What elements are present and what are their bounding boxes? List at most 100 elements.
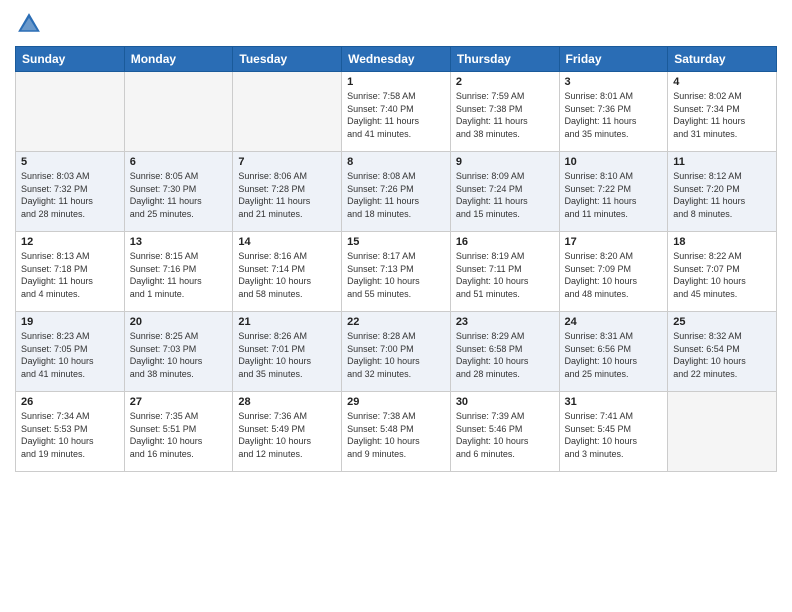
day-info: Sunrise: 8:26 AM Sunset: 7:01 PM Dayligh… — [238, 330, 336, 380]
calendar-week-row: 5 Sunrise: 8:03 AM Sunset: 7:32 PM Daylig… — [16, 152, 777, 232]
weekday-header-friday: Friday — [559, 47, 668, 72]
calendar-cell: 17 Sunrise: 8:20 AM Sunset: 7:09 PM Dayli… — [559, 232, 668, 312]
calendar-cell: 19Sunrise: 8:23 AM Sunset: 7:05 PM Dayli… — [16, 312, 125, 392]
calendar-week-row: 12 Sunrise: 8:13 AM Sunset: 7:18 PM Dayli… — [16, 232, 777, 312]
calendar-cell: 22 Sunrise: 8:28 AM Sunset: 7:00 PM Dayli… — [342, 312, 451, 392]
day-number: 12 — [21, 236, 119, 248]
day-info: Sunrise: 8:05 AM Sunset: 7:30 PM Dayligh… — [130, 170, 228, 220]
calendar-cell — [16, 72, 125, 152]
calendar-cell: 10Sunrise: 8:10 AM Sunset: 7:22 PM Dayli… — [559, 152, 668, 232]
calendar-cell — [124, 72, 233, 152]
day-number: 11 — [673, 156, 771, 168]
logo-icon — [15, 10, 43, 38]
day-number: 7 — [238, 156, 336, 168]
day-info: Sunrise: 8:01 AM Sunset: 7:36 PM Dayligh… — [565, 90, 663, 140]
day-number: 14 — [238, 236, 336, 248]
day-info: Sunrise: 7:34 AM Sunset: 5:53 PM Dayligh… — [21, 410, 119, 460]
day-number: 8 — [347, 156, 445, 168]
calendar-cell — [668, 392, 777, 472]
day-number: 5 — [21, 156, 119, 168]
calendar-cell: 12 Sunrise: 8:13 AM Sunset: 7:18 PM Dayli… — [16, 232, 125, 312]
day-number: 21 — [238, 316, 336, 328]
calendar-cell: 2 Sunrise: 7:59 AM Sunset: 7:38 PM Daylig… — [450, 72, 559, 152]
calendar-cell: 5 Sunrise: 8:03 AM Sunset: 7:32 PM Daylig… — [16, 152, 125, 232]
calendar: SundayMondayTuesdayWednesdayThursdayFrid… — [15, 46, 777, 472]
day-info: Sunrise: 8:13 AM Sunset: 7:18 PM Dayligh… — [21, 250, 119, 300]
weekday-header-sunday: Sunday — [16, 47, 125, 72]
day-info: Sunrise: 7:41 AM Sunset: 5:45 PM Dayligh… — [565, 410, 663, 460]
day-number: 18 — [673, 236, 771, 248]
day-number: 9 — [456, 156, 554, 168]
day-info: Sunrise: 8:03 AM Sunset: 7:32 PM Dayligh… — [21, 170, 119, 220]
day-info: Sunrise: 8:20 AM Sunset: 7:09 PM Dayligh… — [565, 250, 663, 300]
day-info: Sunrise: 8:31 AM Sunset: 6:56 PM Dayligh… — [565, 330, 663, 380]
day-info: Sunrise: 8:19 AM Sunset: 7:11 PM Dayligh… — [456, 250, 554, 300]
day-info: Sunrise: 8:06 AM Sunset: 7:28 PM Dayligh… — [238, 170, 336, 220]
calendar-week-row: 26 Sunrise: 7:34 AM Sunset: 5:53 PM Dayli… — [16, 392, 777, 472]
day-info: Sunrise: 8:29 AM Sunset: 6:58 PM Dayligh… — [456, 330, 554, 380]
day-number: 22 — [347, 316, 445, 328]
weekday-header-wednesday: Wednesday — [342, 47, 451, 72]
day-number: 28 — [238, 396, 336, 408]
day-info: Sunrise: 7:58 AM Sunset: 7:40 PM Dayligh… — [347, 90, 445, 140]
calendar-cell: 26 Sunrise: 7:34 AM Sunset: 5:53 PM Dayli… — [16, 392, 125, 472]
calendar-cell: 27Sunrise: 7:35 AM Sunset: 5:51 PM Dayli… — [124, 392, 233, 472]
day-info: Sunrise: 7:39 AM Sunset: 5:46 PM Dayligh… — [456, 410, 554, 460]
calendar-cell: 28 Sunrise: 7:36 AM Sunset: 5:49 PM Dayli… — [233, 392, 342, 472]
day-info: Sunrise: 7:38 AM Sunset: 5:48 PM Dayligh… — [347, 410, 445, 460]
day-info: Sunrise: 8:09 AM Sunset: 7:24 PM Dayligh… — [456, 170, 554, 220]
calendar-cell: 6 Sunrise: 8:05 AM Sunset: 7:30 PM Daylig… — [124, 152, 233, 232]
calendar-cell: 13 Sunrise: 8:15 AM Sunset: 7:16 PM Dayli… — [124, 232, 233, 312]
day-info: Sunrise: 8:17 AM Sunset: 7:13 PM Dayligh… — [347, 250, 445, 300]
day-number: 24 — [565, 316, 663, 328]
calendar-cell — [233, 72, 342, 152]
day-number: 1 — [347, 76, 445, 88]
day-number: 31 — [565, 396, 663, 408]
day-number: 6 — [130, 156, 228, 168]
calendar-week-row: 1 Sunrise: 7:58 AM Sunset: 7:40 PM Daylig… — [16, 72, 777, 152]
day-info: Sunrise: 8:16 AM Sunset: 7:14 PM Dayligh… — [238, 250, 336, 300]
calendar-cell: 9 Sunrise: 8:09 AM Sunset: 7:24 PM Daylig… — [450, 152, 559, 232]
weekday-header-monday: Monday — [124, 47, 233, 72]
weekday-header-tuesday: Tuesday — [233, 47, 342, 72]
day-info: Sunrise: 7:36 AM Sunset: 5:49 PM Dayligh… — [238, 410, 336, 460]
day-number: 17 — [565, 236, 663, 248]
calendar-cell: 16 Sunrise: 8:19 AM Sunset: 7:11 PM Dayli… — [450, 232, 559, 312]
day-number: 20 — [130, 316, 228, 328]
day-number: 26 — [21, 396, 119, 408]
day-number: 16 — [456, 236, 554, 248]
weekday-header-saturday: Saturday — [668, 47, 777, 72]
calendar-cell: 21 Sunrise: 8:26 AM Sunset: 7:01 PM Dayli… — [233, 312, 342, 392]
day-info: Sunrise: 8:08 AM Sunset: 7:26 PM Dayligh… — [347, 170, 445, 220]
day-number: 2 — [456, 76, 554, 88]
day-info: Sunrise: 8:15 AM Sunset: 7:16 PM Dayligh… — [130, 250, 228, 300]
calendar-cell: 14 Sunrise: 8:16 AM Sunset: 7:14 PM Dayli… — [233, 232, 342, 312]
calendar-cell: 18 Sunrise: 8:22 AM Sunset: 7:07 PM Dayli… — [668, 232, 777, 312]
day-info: Sunrise: 8:22 AM Sunset: 7:07 PM Dayligh… — [673, 250, 771, 300]
day-number: 13 — [130, 236, 228, 248]
day-number: 3 — [565, 76, 663, 88]
calendar-cell: 1 Sunrise: 7:58 AM Sunset: 7:40 PM Daylig… — [342, 72, 451, 152]
day-number: 27 — [130, 396, 228, 408]
day-number: 19 — [21, 316, 119, 328]
day-number: 25 — [673, 316, 771, 328]
day-number: 29 — [347, 396, 445, 408]
header — [15, 10, 777, 38]
day-info: Sunrise: 8:28 AM Sunset: 7:00 PM Dayligh… — [347, 330, 445, 380]
day-info: Sunrise: 7:59 AM Sunset: 7:38 PM Dayligh… — [456, 90, 554, 140]
calendar-cell: 20 Sunrise: 8:25 AM Sunset: 7:03 PM Dayli… — [124, 312, 233, 392]
calendar-cell: 15Sunrise: 8:17 AM Sunset: 7:13 PM Dayli… — [342, 232, 451, 312]
calendar-cell: 25 Sunrise: 8:32 AM Sunset: 6:54 PM Dayli… — [668, 312, 777, 392]
day-number: 23 — [456, 316, 554, 328]
calendar-cell: 8 Sunrise: 8:08 AM Sunset: 7:26 PM Daylig… — [342, 152, 451, 232]
day-info: Sunrise: 8:32 AM Sunset: 6:54 PM Dayligh… — [673, 330, 771, 380]
page: SundayMondayTuesdayWednesdayThursdayFrid… — [0, 0, 792, 612]
weekday-header-thursday: Thursday — [450, 47, 559, 72]
calendar-cell: 4Sunrise: 8:02 AM Sunset: 7:34 PM Daylig… — [668, 72, 777, 152]
calendar-cell: 23 Sunrise: 8:29 AM Sunset: 6:58 PM Dayli… — [450, 312, 559, 392]
day-info: Sunrise: 8:12 AM Sunset: 7:20 PM Dayligh… — [673, 170, 771, 220]
day-info: Sunrise: 8:25 AM Sunset: 7:03 PM Dayligh… — [130, 330, 228, 380]
calendar-cell: 7 Sunrise: 8:06 AM Sunset: 7:28 PM Daylig… — [233, 152, 342, 232]
day-info: Sunrise: 8:10 AM Sunset: 7:22 PM Dayligh… — [565, 170, 663, 220]
calendar-week-row: 19Sunrise: 8:23 AM Sunset: 7:05 PM Dayli… — [16, 312, 777, 392]
